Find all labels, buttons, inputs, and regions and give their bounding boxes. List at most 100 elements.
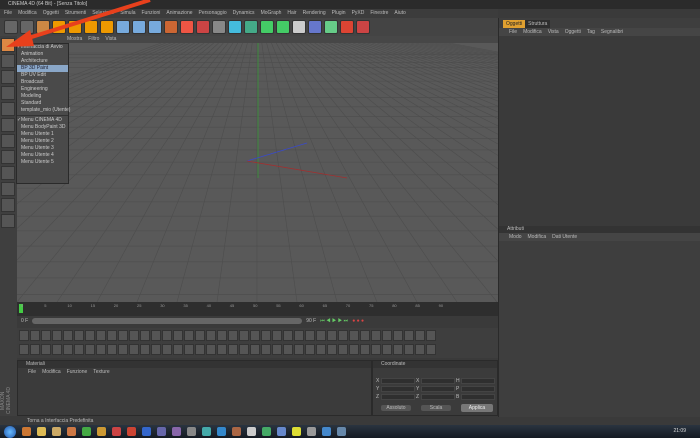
taskbar-app-icon[interactable] <box>292 427 301 436</box>
taskbar-app-icon[interactable] <box>217 427 226 436</box>
tool-button[interactable] <box>52 344 62 355</box>
play-controls[interactable]: ⏮ ◀ ▶ ▶ ⏭ <box>320 316 348 326</box>
tool-button[interactable] <box>316 330 326 341</box>
tool-button[interactable] <box>360 344 370 355</box>
tool-button[interactable] <box>52 330 62 341</box>
tool-button[interactable] <box>239 344 249 355</box>
materials-menu-item[interactable]: Texture <box>93 368 109 376</box>
tool-button[interactable] <box>1 118 15 132</box>
tool-button[interactable] <box>305 330 315 341</box>
tool-button[interactable] <box>74 330 84 341</box>
tool-button[interactable] <box>74 344 84 355</box>
tool-button[interactable] <box>173 344 183 355</box>
tool-button[interactable] <box>261 344 271 355</box>
tool-button[interactable] <box>129 330 139 341</box>
taskbar-app-icon[interactable] <box>247 427 256 436</box>
tool-button[interactable] <box>184 344 194 355</box>
tool-button[interactable] <box>382 344 392 355</box>
coord-field[interactable] <box>461 386 495 392</box>
layout-item[interactable]: Menu Utente 3 <box>17 145 68 152</box>
menu-dynamics[interactable]: Dynamics <box>233 9 255 18</box>
attributes-menu-item[interactable]: Dati Utente <box>552 233 577 241</box>
layout-item[interactable]: Menu Utente 2 <box>17 138 68 145</box>
tool-button[interactable] <box>250 330 260 341</box>
end-frame-field[interactable]: 90 F <box>306 316 316 326</box>
tool-button[interactable] <box>360 330 370 341</box>
taskbar-app-icon[interactable] <box>277 427 286 436</box>
taskbar-app-icon[interactable] <box>112 427 121 436</box>
layout-item[interactable]: Menu Utente 4 <box>17 152 68 159</box>
tool-button[interactable] <box>1 70 15 84</box>
menu-hair[interactable]: Hair <box>287 9 296 18</box>
menu-personaggio[interactable]: Personaggio <box>199 9 227 18</box>
tool-button[interactable] <box>195 330 205 341</box>
start-frame-field[interactable]: 0 F <box>21 316 28 326</box>
toolbar-button[interactable] <box>308 20 322 34</box>
taskbar-app-icon[interactable] <box>232 427 241 436</box>
coord-field[interactable] <box>461 378 495 384</box>
tool-button[interactable] <box>129 344 139 355</box>
taskbar-app-icon[interactable] <box>202 427 211 436</box>
tool-button[interactable] <box>371 330 381 341</box>
tool-button[interactable] <box>206 344 216 355</box>
tool-button[interactable] <box>19 330 29 341</box>
tool-button[interactable] <box>19 344 29 355</box>
toolbar-button[interactable] <box>292 20 306 34</box>
taskbar-app-icon[interactable] <box>82 427 91 436</box>
objects-menu-item[interactable]: File <box>509 28 517 36</box>
tool-button[interactable] <box>118 344 128 355</box>
layout-item[interactable]: Menu BodyPaint 3D <box>17 124 68 131</box>
menu-mograph[interactable]: MoGraph <box>261 9 282 18</box>
tool-button[interactable] <box>382 330 392 341</box>
coord-field[interactable] <box>381 394 415 400</box>
taskbar-app-icon[interactable] <box>97 427 106 436</box>
start-button[interactable] <box>4 425 16 438</box>
tool-button[interactable] <box>283 330 293 341</box>
tool-button[interactable] <box>96 330 106 341</box>
scale-select[interactable]: Scala <box>421 405 451 411</box>
layout-item[interactable]: BP UV Edit <box>17 72 68 79</box>
toolbar-button[interactable] <box>260 20 274 34</box>
toolbar-button[interactable] <box>356 20 370 34</box>
taskbar-app-icon[interactable] <box>127 427 136 436</box>
tool-button[interactable] <box>415 330 425 341</box>
toolbar-button[interactable] <box>244 20 258 34</box>
tool-button[interactable] <box>195 344 205 355</box>
toolbar-button[interactable] <box>228 20 242 34</box>
taskbar-app-icon[interactable] <box>337 427 346 436</box>
tool-button[interactable] <box>305 344 315 355</box>
toolbar-button[interactable] <box>340 20 354 34</box>
materials-menu-item[interactable]: File <box>28 368 36 376</box>
taskbar-app-icon[interactable] <box>172 427 181 436</box>
coord-field[interactable] <box>381 378 415 384</box>
tool-button[interactable] <box>228 344 238 355</box>
tool-button[interactable] <box>272 330 282 341</box>
timeline[interactable]: 0 5 10 15 20 25 30 35 40 45 50 55 60 65 70 75 80 85 90 0 F… <box>17 302 498 328</box>
tool-button[interactable] <box>250 344 260 355</box>
tool-button[interactable] <box>184 330 194 341</box>
tool-button[interactable] <box>371 344 381 355</box>
taskbar-app-icon[interactable] <box>157 427 166 436</box>
materials-menu-item[interactable]: Modifica <box>42 368 61 376</box>
tool-button[interactable] <box>1 214 15 228</box>
tool-button[interactable] <box>140 330 150 341</box>
tool-button[interactable] <box>228 330 238 341</box>
taskbar-app-icon[interactable] <box>142 427 151 436</box>
layout-item[interactable]: Menu Utente 5 <box>17 159 68 166</box>
objects-menu-item[interactable]: Tag <box>587 28 595 36</box>
tool-button[interactable] <box>338 330 348 341</box>
toolbar-button[interactable] <box>324 20 338 34</box>
tool-button[interactable] <box>404 330 414 341</box>
menu-rendering[interactable]: Rendering <box>303 9 326 18</box>
toolbar-button[interactable] <box>276 20 290 34</box>
taskbar-app-icon[interactable] <box>22 427 31 436</box>
menu-plugin[interactable]: Plugin <box>332 9 346 18</box>
tool-button[interactable] <box>1 182 15 196</box>
coord-field[interactable] <box>421 386 455 392</box>
coord-field[interactable] <box>381 386 415 392</box>
menu-finestre[interactable]: Finestre <box>370 9 388 18</box>
tool-button[interactable] <box>1 150 15 164</box>
tool-button[interactable] <box>1 198 15 212</box>
tool-button[interactable] <box>327 330 337 341</box>
coord-field[interactable] <box>421 394 455 400</box>
